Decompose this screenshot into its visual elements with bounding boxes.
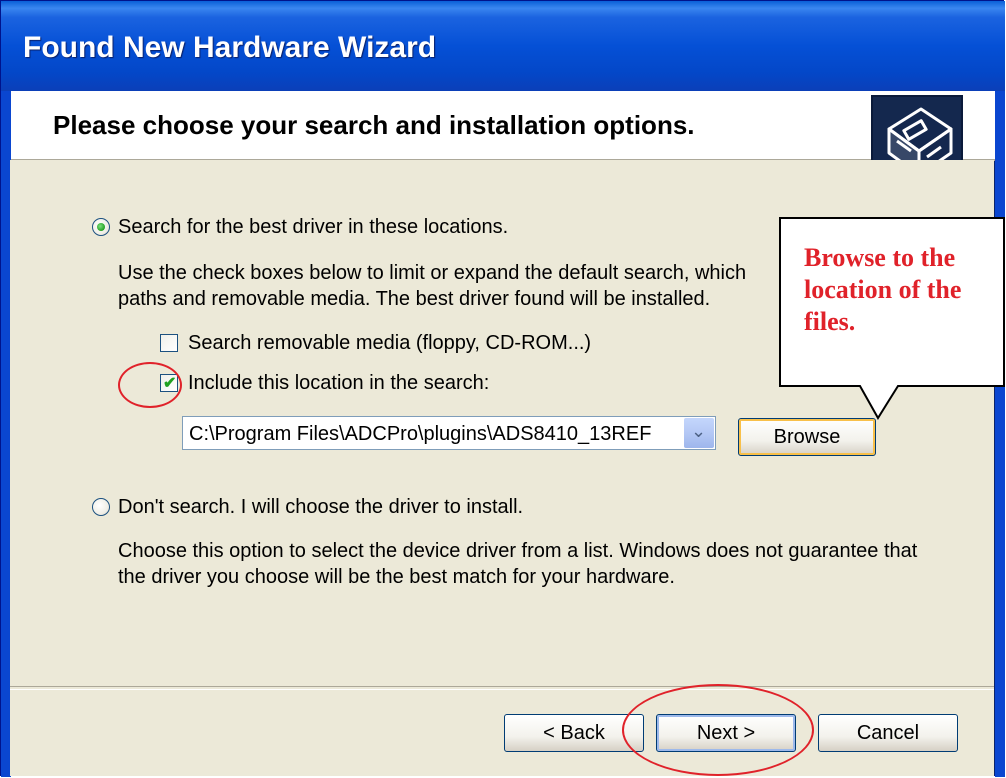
highlight-ellipse-next — [622, 684, 814, 776]
callout-line-2: location of the — [804, 275, 962, 304]
callout-line-1: Browse to the — [804, 243, 956, 272]
callout-text: Browse to the location of the files. — [804, 242, 961, 338]
highlight-ellipse-checkbox — [118, 362, 182, 408]
callout-line-3: files. — [804, 307, 856, 336]
